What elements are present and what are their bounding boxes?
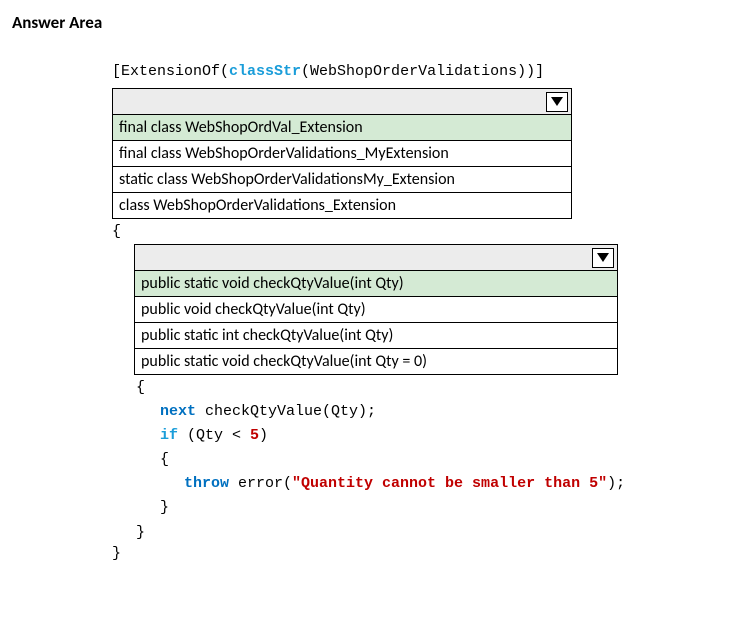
brace-close-outer: }	[112, 545, 719, 562]
dropdown-1-header	[113, 89, 571, 115]
dropdown-1-option[interactable]: static class WebShopOrderValidationsMy_E…	[113, 167, 571, 193]
dropdown-1-option[interactable]: final class WebShopOrderValidations_MyEx…	[113, 141, 571, 167]
dropdown-1[interactable]: final class WebShopOrdVal_Extension fina…	[112, 88, 572, 219]
attribute-line: [ExtensionOf(classStr(WebShopOrderValida…	[112, 63, 719, 80]
dropdown-2-option[interactable]: public void checkQtyValue(int Qty)	[135, 297, 617, 323]
if-close: )	[259, 427, 268, 444]
next-rest: checkQtyValue(Qty);	[196, 403, 376, 420]
error-close: );	[607, 475, 625, 492]
chevron-down-icon	[551, 97, 563, 107]
dropdown-2-option[interactable]: public static void checkQtyValue(int Qty…	[135, 271, 617, 297]
page-title: Answer Area	[12, 12, 719, 33]
dropdown-1-toggle[interactable]	[546, 92, 568, 112]
dropdown-2-option[interactable]: public static int checkQtyValue(int Qty)	[135, 323, 617, 349]
dropdown-2-option[interactable]: public static void checkQtyValue(int Qty…	[135, 349, 617, 374]
if-open: (Qty <	[178, 427, 250, 444]
dropdown-2-toggle[interactable]	[592, 248, 614, 268]
attr-rest: (WebShopOrderValidations))]	[301, 63, 544, 80]
code-if-line: if (Qty < 5)	[112, 424, 719, 448]
if-keyword: if	[160, 427, 178, 444]
dropdown-2[interactable]: public static void checkQtyValue(int Qty…	[134, 244, 618, 375]
next-keyword: next	[160, 403, 196, 420]
brace-open-if: {	[112, 448, 719, 472]
if-num: 5	[250, 427, 259, 444]
code-throw-line: throw error("Quantity cannot be smaller …	[112, 472, 719, 496]
throw-keyword: throw	[184, 475, 229, 492]
chevron-down-icon	[597, 253, 609, 263]
dropdown-2-header	[135, 245, 617, 271]
attr-open: [ExtensionOf(	[112, 63, 229, 80]
dropdown-1-option[interactable]: final class WebShopOrdVal_Extension	[113, 115, 571, 141]
error-fn: error(	[229, 475, 292, 492]
code-next-line: next checkQtyValue(Qty);	[112, 400, 719, 424]
brace-close-inner: }	[112, 524, 719, 541]
error-string: "Quantity cannot be smaller than 5"	[292, 475, 607, 492]
code-area: [ExtensionOf(classStr(WebShopOrderValida…	[12, 63, 719, 562]
classStr-keyword: classStr	[229, 63, 301, 80]
brace-open-outer: {	[112, 223, 719, 240]
brace-close-if: }	[112, 496, 719, 520]
dropdown-1-option[interactable]: class WebShopOrderValidations_Extension	[113, 193, 571, 218]
brace-open-inner: {	[112, 379, 719, 396]
